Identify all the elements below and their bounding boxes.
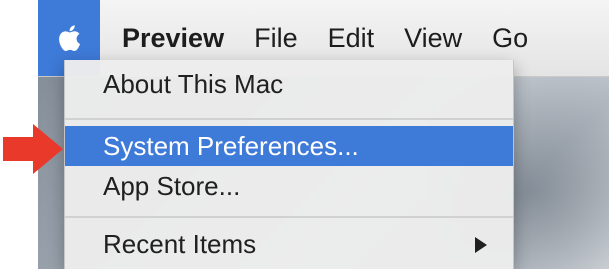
menu-item-recent-items-label: Recent Items [103,229,257,259]
menu-separator [65,216,513,218]
red-pointer-arrow-icon [3,124,63,174]
apple-dropdown-menu: About This Mac System Preferences... App… [64,60,514,269]
menu-item-app-store[interactable]: App Store... [65,166,513,206]
menu-item-system-preferences[interactable]: System Preferences... [65,126,513,166]
apple-icon [59,25,81,51]
menu-item-about-this-mac[interactable]: About This Mac [65,64,513,104]
menu-separator [65,118,513,120]
menu-item-recent-items[interactable]: Recent Items [65,224,513,264]
submenu-arrow-icon [475,237,487,253]
